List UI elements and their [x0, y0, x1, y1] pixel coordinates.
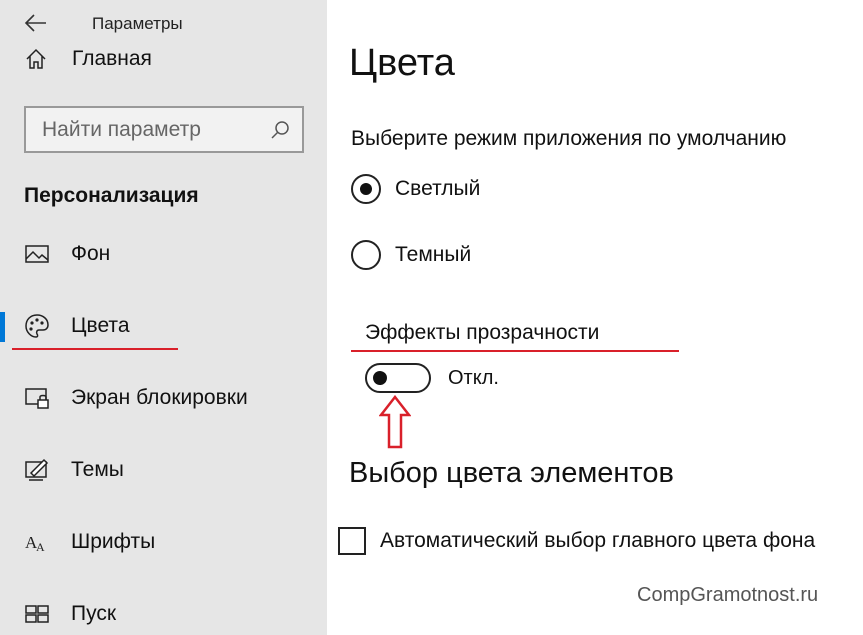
auto-accent-checkbox[interactable] [338, 527, 366, 555]
window-title: Параметры [92, 14, 183, 33]
radio-dark-mode[interactable]: Темный [351, 239, 471, 271]
sidebar-item-label: Темы [71, 458, 124, 481]
themes-icon [25, 458, 49, 481]
search-icon[interactable] [270, 120, 290, 140]
toggle-state-label: Откл. [448, 366, 499, 389]
radio-button-checked[interactable] [351, 174, 381, 204]
toggle-knob [373, 371, 387, 385]
sidebar-item-label: Пуск [71, 602, 117, 625]
search-box[interactable] [24, 106, 304, 153]
accent-color-title: Выбор цвета элементов [349, 457, 674, 489]
radio-label: Темный [395, 243, 472, 266]
transparency-toggle-row[interactable]: Откл. [365, 363, 499, 393]
checkbox-label: Автоматический выбор главного цвета фона [380, 529, 816, 552]
sidebar-item-themes[interactable]: Темы [0, 434, 327, 506]
picture-icon [25, 245, 49, 263]
section-title: Персонализация [24, 184, 199, 207]
sidebar-item-lock-screen[interactable]: Экран блокировки [0, 362, 327, 434]
sidebar-item-label: Экран блокировки [71, 386, 248, 409]
app-mode-label: Выберите режим приложения по умолчанию [351, 127, 787, 150]
sidebar-item-background[interactable]: Фон [0, 218, 327, 290]
transparency-toggle[interactable] [365, 363, 431, 393]
sidebar-item-label: Фон [71, 242, 111, 265]
annotation-up-arrow-icon [379, 395, 411, 449]
annotation-underline-transparency [351, 350, 679, 352]
watermark: CompGramotnost.ru [637, 584, 819, 606]
auto-accent-checkbox-row[interactable]: Автоматический выбор главного цвета фона [338, 526, 815, 556]
sidebar-item-label: Цвета [71, 314, 130, 337]
sidebar-nav: Фон Цвета Экран блокировки Темы A A Шриф… [0, 218, 327, 635]
svg-text:A: A [36, 540, 45, 554]
palette-icon [25, 314, 49, 338]
home-label: Главная [72, 47, 152, 70]
radio-light-mode[interactable]: Светлый [351, 173, 480, 205]
page-title: Цвета [349, 42, 455, 84]
fonts-icon: A A [25, 533, 45, 554]
back-arrow-icon[interactable] [24, 13, 48, 33]
lock-screen-icon [25, 388, 49, 409]
home-nav-item[interactable]: Главная [24, 42, 314, 76]
sidebar-item-start[interactable]: Пуск [0, 578, 327, 635]
sidebar-item-fonts[interactable]: A A Шрифты [0, 506, 327, 578]
start-icon [25, 605, 49, 623]
search-input[interactable] [42, 117, 267, 142]
radio-label: Светлый [395, 177, 481, 200]
home-icon [26, 48, 46, 69]
transparency-effects-label: Эффекты прозрачности [365, 321, 600, 344]
radio-button-unchecked[interactable] [351, 240, 381, 270]
main-content: Цвета Выберите режим приложения по умолч… [327, 0, 863, 635]
sidebar-item-colors[interactable]: Цвета [0, 290, 327, 362]
sidebar: Параметры Главная Персонализация Фон [0, 0, 327, 635]
sidebar-item-label: Шрифты [71, 530, 156, 553]
annotation-underline-colors [12, 348, 178, 350]
